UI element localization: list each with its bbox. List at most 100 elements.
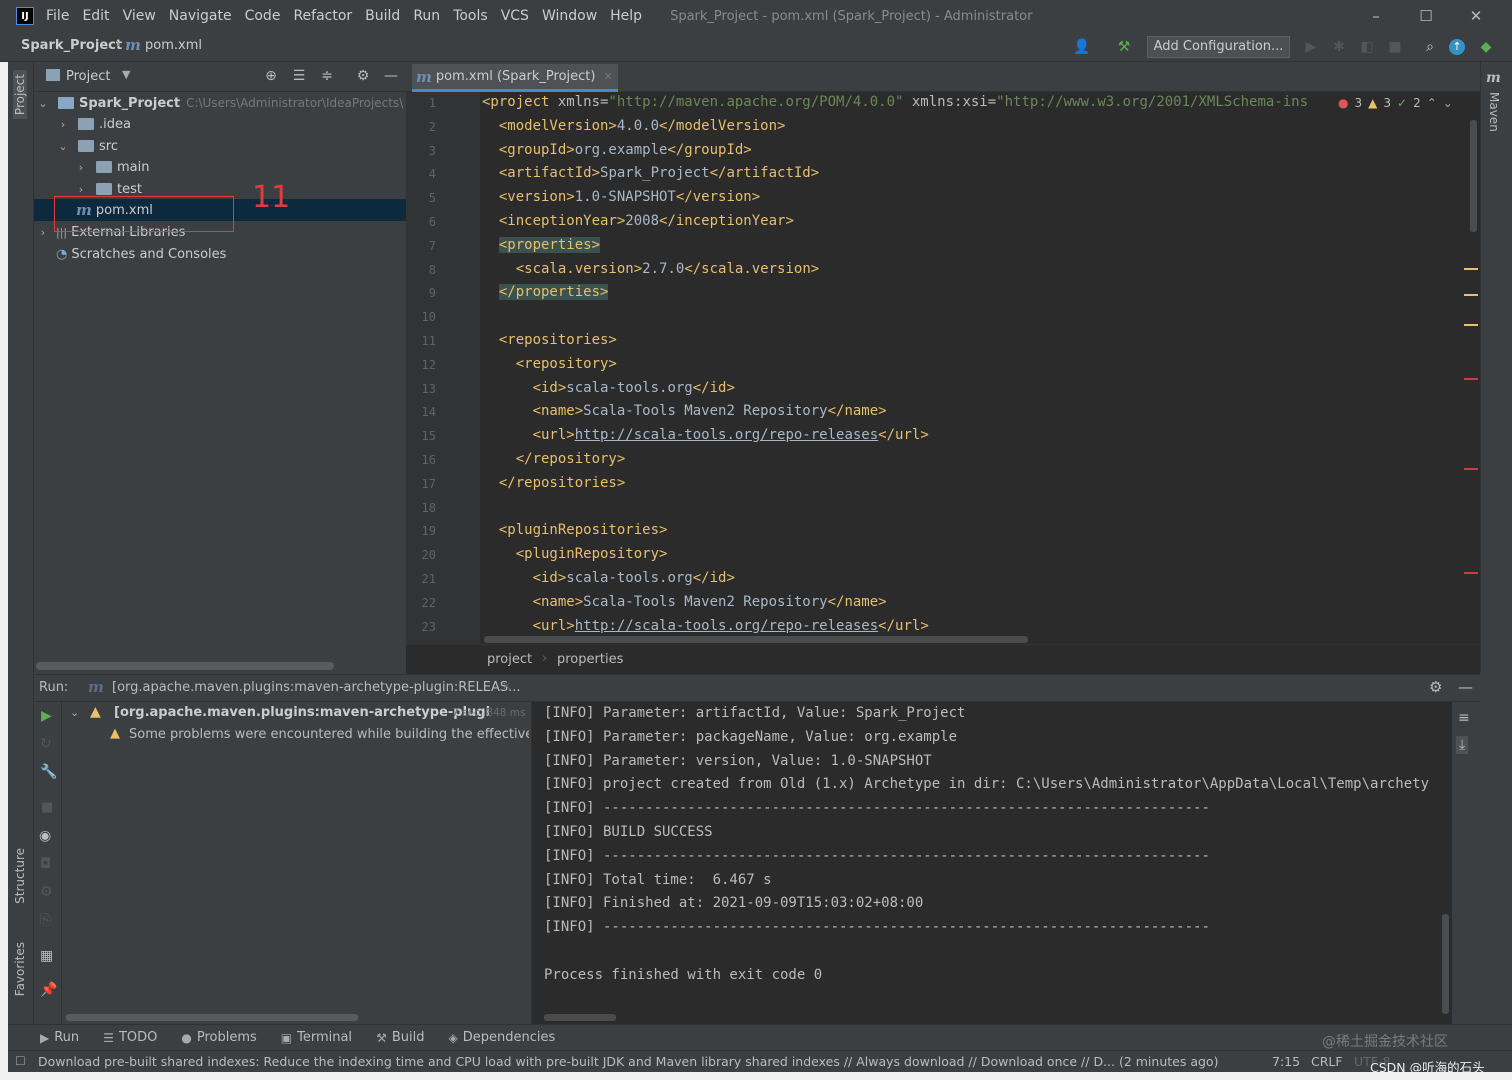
user-icon[interactable]: 👤 <box>1072 37 1092 57</box>
menu-navigate[interactable]: Navigate <box>169 8 232 24</box>
expand-all-icon[interactable]: ☰ <box>290 68 308 86</box>
settings-icon[interactable]: ⚙ <box>40 884 53 900</box>
project-view-selector[interactable]: Project <box>66 69 110 84</box>
code-line[interactable]: </properties> <box>482 284 609 301</box>
tab-pom-xml[interactable]: m pom.xml (Spark_Project) ✕ <box>412 64 618 92</box>
gear-icon[interactable]: ⚙ <box>1429 678 1442 696</box>
code-line[interactable]: <name>Scala-Tools Maven2 Repository</nam… <box>482 403 887 419</box>
chevron-down-icon[interactable]: ⌄ <box>36 97 50 110</box>
update-icon[interactable]: ↑ <box>1449 39 1465 55</box>
wrench-icon[interactable]: 🔧 <box>40 764 57 780</box>
chevron-right-icon[interactable]: › <box>74 183 88 196</box>
tab-run[interactable]: ▶ Run <box>40 1030 79 1045</box>
eye-icon[interactable]: ◉ <box>39 828 51 844</box>
chevron-down-icon[interactable]: ⌄ <box>70 706 79 719</box>
code-line[interactable]: <properties> <box>482 236 601 253</box>
coverage-icon[interactable]: ◧ <box>1357 37 1377 57</box>
code-line[interactable]: <pluginRepositories> <box>482 522 668 538</box>
horizontal-scrollbar[interactable] <box>544 1014 616 1021</box>
rerun-failed-icon[interactable]: ↻ <box>40 736 52 752</box>
tab-todo[interactable]: ☰ TODO <box>103 1030 157 1045</box>
structure-tool-tab[interactable]: Structure <box>13 848 27 904</box>
rerun-icon[interactable]: ▶ <box>41 708 52 724</box>
breadcrumb-file[interactable]: pom.xml <box>145 38 202 53</box>
menu-run[interactable]: Run <box>413 8 440 24</box>
chevron-right-icon[interactable]: › <box>56 118 70 131</box>
breadcrumb-project-tag[interactable]: project <box>487 652 532 667</box>
scroll-to-end-icon[interactable]: ⤓ <box>1456 736 1469 754</box>
close-icon[interactable]: ✕ <box>502 680 511 693</box>
close-icon[interactable]: ✕ <box>1466 6 1486 26</box>
export-icon[interactable]: ⎘ <box>40 912 51 928</box>
locate-icon[interactable]: ⊕ <box>262 68 280 86</box>
menu-tools[interactable]: Tools <box>453 8 488 24</box>
code-line[interactable]: <modelVersion>4.0.0</modelVersion> <box>482 118 786 134</box>
project-tool-tab[interactable]: Project <box>13 70 27 120</box>
run-icon[interactable]: ▶ <box>1301 37 1321 57</box>
plugin-icon[interactable]: ◆ <box>1476 37 1496 57</box>
error-marker[interactable] <box>1464 378 1478 380</box>
layout-icon[interactable]: ▦ <box>40 948 53 964</box>
chevron-down-icon[interactable]: ▼ <box>122 68 130 81</box>
code-line[interactable]: <repositories> <box>482 332 617 348</box>
caret-position[interactable]: 7:15 <box>1272 1054 1300 1069</box>
warning-marker[interactable] <box>1464 268 1478 270</box>
stop-icon[interactable]: ■ <box>41 800 53 815</box>
code-line[interactable]: <inceptionYear>2008</inceptionYear> <box>482 213 794 229</box>
code-line[interactable]: <version>1.0-SNAPSHOT</version> <box>482 189 760 205</box>
vertical-scrollbar[interactable] <box>1442 914 1449 1014</box>
code-line[interactable]: </repository> <box>482 451 626 467</box>
tab-build[interactable]: ⚒ Build <box>376 1030 424 1045</box>
hide-icon[interactable]: — <box>382 68 400 86</box>
code-line[interactable]: <project xmlns="http://maven.apache.org/… <box>482 94 1308 110</box>
run-tree-warning[interactable]: Some problems were encountered while bui… <box>129 727 529 742</box>
collapse-all-icon[interactable]: ≑ <box>318 68 336 86</box>
menu-vcs[interactable]: VCS <box>501 8 529 24</box>
tab-problems[interactable]: ● Problems <box>181 1030 256 1045</box>
code-line[interactable]: <url>http://scala-tools.org/repo-release… <box>482 427 929 443</box>
run-tab[interactable]: [org.apache.maven.plugins:maven-archetyp… <box>112 680 521 695</box>
stop-icon[interactable]: ■ <box>1385 37 1405 57</box>
menu-help[interactable]: Help <box>610 8 642 24</box>
tree-item-idea[interactable]: › .idea <box>34 113 406 135</box>
code-line[interactable]: <name>Scala-Tools Maven2 Repository</nam… <box>482 594 887 610</box>
status-message[interactable]: Download pre-built shared indexes: Reduc… <box>38 1054 1253 1069</box>
soft-wrap-icon[interactable]: ≡ <box>1458 710 1470 726</box>
menu-view[interactable]: View <box>123 8 156 24</box>
horizontal-scrollbar[interactable] <box>66 1014 358 1021</box>
favorites-tool-tab[interactable]: Favorites <box>13 942 27 996</box>
minimize-icon[interactable]: – <box>1366 6 1386 26</box>
tree-item-src[interactable]: ⌄ src <box>34 135 406 157</box>
error-marker[interactable] <box>1464 468 1478 470</box>
warning-marker[interactable] <box>1464 324 1478 326</box>
chevron-right-icon[interactable]: › <box>36 226 50 239</box>
maximize-icon[interactable]: ☐ <box>1416 6 1436 26</box>
menu-window[interactable]: Window <box>542 8 597 24</box>
code-area[interactable]: <project xmlns="http://maven.apache.org/… <box>406 92 1456 644</box>
code-line[interactable]: <artifactId>Spark_Project</artifactId> <box>482 165 819 181</box>
code-line[interactable]: <groupId>org.example</groupId> <box>482 142 752 158</box>
add-configuration-button[interactable]: Add Configuration... <box>1147 36 1290 58</box>
horizontal-scrollbar[interactable] <box>36 662 334 670</box>
search-icon[interactable]: ⌕ <box>1420 37 1440 57</box>
code-line[interactable]: <id>scala-tools.org</id> <box>482 570 735 586</box>
line-separator[interactable]: CRLF <box>1311 1054 1343 1069</box>
build-hammer-icon[interactable]: ⚒ <box>1114 37 1134 57</box>
menu-build[interactable]: Build <box>365 8 400 24</box>
tab-terminal[interactable]: ▣ Terminal <box>281 1030 352 1045</box>
chevron-down-icon[interactable]: ⌄ <box>56 140 70 153</box>
chevron-right-icon[interactable]: › <box>74 161 88 174</box>
code-line[interactable]: <scala.version>2.7.0</scala.version> <box>482 261 819 277</box>
tab-dependencies[interactable]: ◈ Dependencies <box>448 1030 555 1045</box>
menu-file[interactable]: File <box>46 8 69 24</box>
gear-icon[interactable]: ⚙ <box>354 68 372 86</box>
code-line[interactable]: <repository> <box>482 356 617 372</box>
camera-icon[interactable]: ◘ <box>40 856 51 872</box>
inspection-widget[interactable]: ● 3 ▲ 3 ✓ 2 ⌃ ⌄ <box>1338 96 1453 110</box>
console-output[interactable]: [INFO] Parameter: artifactId, Value: Spa… <box>532 702 1452 1024</box>
code-line[interactable]: </repositories> <box>482 475 625 491</box>
menu-edit[interactable]: Edit <box>82 8 109 24</box>
menu-refactor[interactable]: Refactor <box>293 8 352 24</box>
debug-icon[interactable]: ✱ <box>1329 37 1349 57</box>
warning-marker[interactable] <box>1464 294 1478 296</box>
